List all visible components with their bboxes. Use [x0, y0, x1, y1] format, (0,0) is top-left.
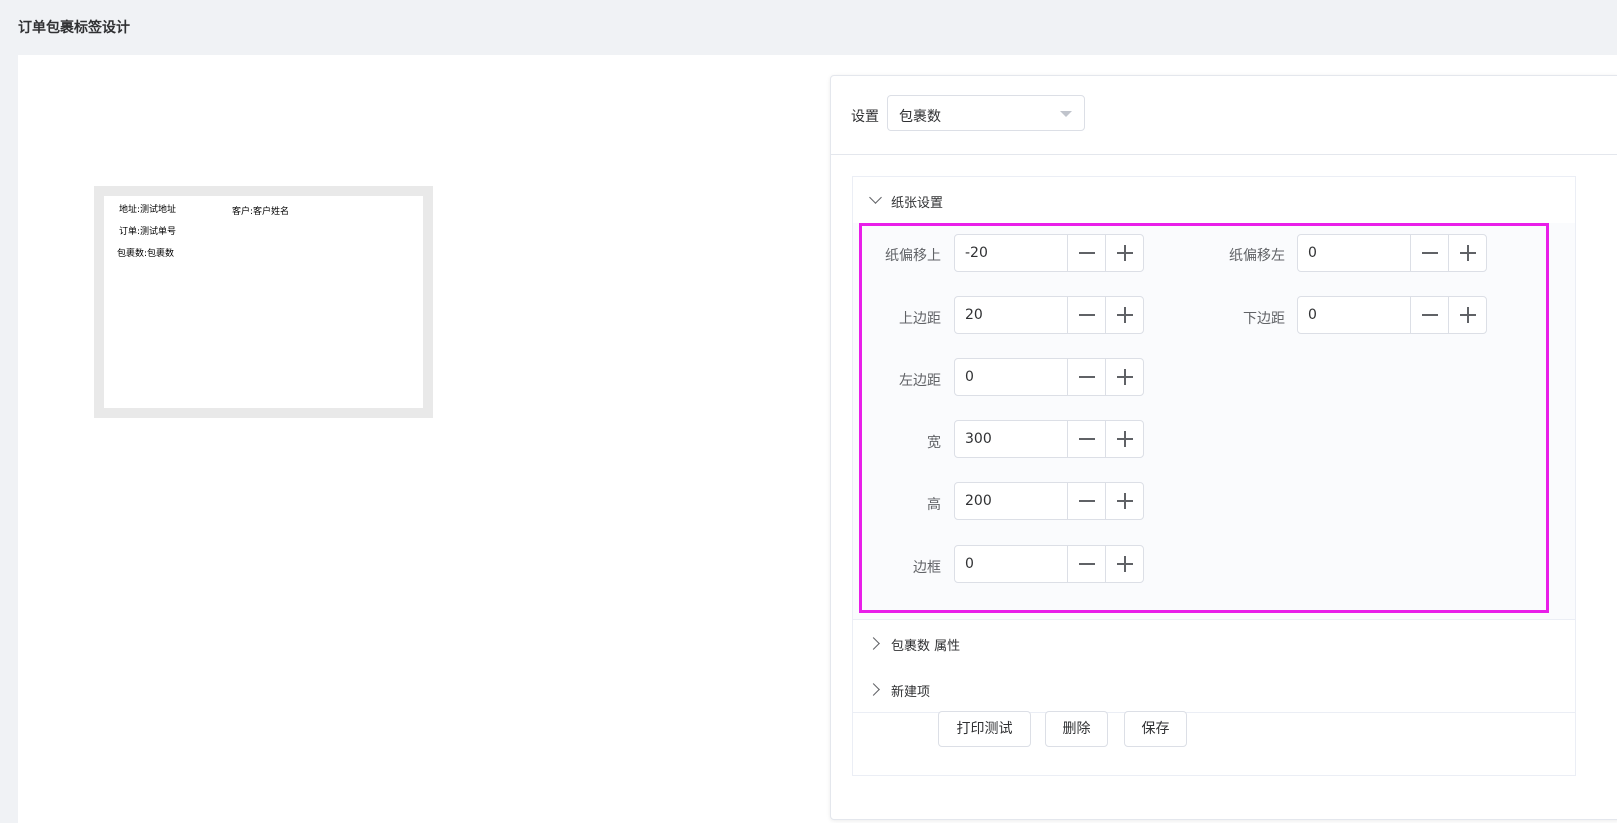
minus-icon[interactable]: [1410, 235, 1448, 271]
minus-icon[interactable]: [1410, 297, 1448, 333]
caret-down-icon: [1060, 111, 1072, 117]
paper-settings-header[interactable]: 纸张设置: [853, 177, 1575, 224]
new-item-title: 新建项: [891, 685, 931, 700]
main-content: 地址:测试地址 客户:客户姓名 订单:测试单号 包裹数:包裹数 设置 包裹数 纸…: [18, 55, 1617, 823]
new-item-header[interactable]: 新建项: [853, 666, 1575, 713]
plus-icon[interactable]: [1448, 297, 1486, 333]
settings-header: 设置 包裹数: [831, 76, 1617, 155]
print-test-button[interactable]: 打印测试: [938, 711, 1031, 747]
chevron-right-icon: [867, 683, 880, 696]
preview-customer[interactable]: 客户:客户姓名: [232, 204, 289, 217]
offset-left-label: 纸偏移左: [1229, 248, 1285, 264]
offset-top-label: 纸偏移上: [885, 248, 941, 264]
margin-bottom-value[interactable]: 0: [1308, 307, 1317, 323]
plus-icon[interactable]: [1105, 483, 1143, 519]
preview-address[interactable]: 地址:测试地址: [119, 202, 176, 215]
width-label: 宽: [927, 435, 941, 451]
paper-settings-title: 纸张设置: [891, 196, 944, 211]
select-value: 包裹数: [899, 109, 941, 125]
settings-panel: 设置 包裹数 纸张设置 纸偏移上 -20 纸偏移左 0 上边距 20 下边距 0…: [830, 75, 1617, 820]
offset-left-value[interactable]: 0: [1308, 245, 1317, 261]
minus-icon[interactable]: [1067, 546, 1105, 582]
label-preview: 地址:测试地址 客户:客户姓名 订单:测试单号 包裹数:包裹数: [94, 186, 433, 418]
height-label: 高: [927, 497, 941, 513]
preview-package-count[interactable]: 包裹数:包裹数: [117, 246, 174, 259]
plus-icon[interactable]: [1105, 421, 1143, 457]
plus-icon[interactable]: [1448, 235, 1486, 271]
save-button[interactable]: 保存: [1124, 711, 1187, 747]
margin-left-label: 左边距: [899, 373, 941, 389]
minus-icon[interactable]: [1067, 297, 1105, 333]
delete-button[interactable]: 删除: [1045, 711, 1108, 747]
paper-settings-body: 纸偏移上 -20 纸偏移左 0 上边距 20 下边距 0 左边距 0 宽 300…: [853, 223, 1575, 620]
plus-icon[interactable]: [1105, 359, 1143, 395]
minus-icon[interactable]: [1067, 483, 1105, 519]
package-props-title: 包裹数 属性: [891, 639, 961, 654]
setting-select[interactable]: 包裹数: [887, 95, 1085, 131]
minus-icon[interactable]: [1067, 421, 1105, 457]
plus-icon[interactable]: [1105, 235, 1143, 271]
offset-left-stepper: 0: [1297, 234, 1487, 272]
width-value[interactable]: 300: [965, 431, 992, 447]
border-stepper: 0: [954, 545, 1144, 583]
border-label: 边框: [913, 560, 941, 576]
margin-left-value[interactable]: 0: [965, 369, 974, 385]
chevron-right-icon: [867, 637, 880, 650]
settings-collapse: 纸张设置 纸偏移上 -20 纸偏移左 0 上边距 20 下边距 0 左边距 0 …: [852, 176, 1576, 776]
offset-top-value[interactable]: -20: [965, 245, 988, 261]
chevron-down-icon: [869, 191, 882, 204]
minus-icon[interactable]: [1067, 359, 1105, 395]
page-title: 订单包裹标签设计: [18, 20, 130, 36]
height-stepper: 200: [954, 482, 1144, 520]
setting-label: 设置: [851, 109, 879, 125]
plus-icon[interactable]: [1105, 297, 1143, 333]
height-value[interactable]: 200: [965, 493, 992, 509]
border-value[interactable]: 0: [965, 556, 974, 572]
margin-bottom-label: 下边距: [1243, 311, 1285, 327]
margin-top-label: 上边距: [899, 311, 941, 327]
plus-icon[interactable]: [1105, 546, 1143, 582]
margin-top-value[interactable]: 20: [965, 307, 983, 323]
margin-bottom-stepper: 0: [1297, 296, 1487, 334]
package-props-header[interactable]: 包裹数 属性: [853, 620, 1575, 667]
margin-top-stepper: 20: [954, 296, 1144, 334]
width-stepper: 300: [954, 420, 1144, 458]
offset-top-stepper: -20: [954, 234, 1144, 272]
preview-order[interactable]: 订单:测试单号: [119, 224, 176, 237]
margin-left-stepper: 0: [954, 358, 1144, 396]
minus-icon[interactable]: [1067, 235, 1105, 271]
